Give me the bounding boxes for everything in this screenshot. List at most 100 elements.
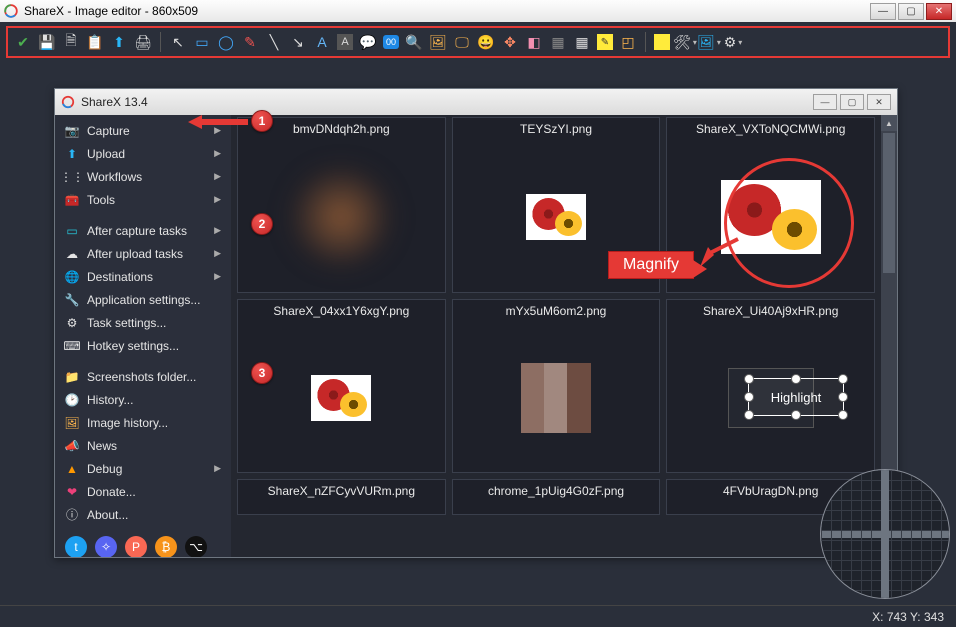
inner-minimize-button[interactable]: — [813, 94, 837, 110]
sidebar-item-after-capture[interactable]: ▭After capture tasks▶ [55, 219, 231, 242]
rectangle-icon[interactable]: ▭ [193, 33, 211, 51]
sidebar-item-donate[interactable]: ❤Donate... [55, 480, 231, 503]
history-icon: 🕑 [65, 393, 79, 407]
step-number: 3 [259, 366, 266, 380]
social-row: t ✧ P ₿ ⌥ [55, 526, 231, 557]
sidebar-item-tools[interactable]: 🧰Tools▶ [55, 188, 231, 211]
gear-icon: ⚙ [65, 316, 79, 330]
clipboard-icon[interactable]: 📋 [86, 33, 104, 51]
sidebar-item-after-upload[interactable]: ☁After upload tasks▶ [55, 242, 231, 265]
crop-icon[interactable]: ◰ [619, 33, 637, 51]
sidebar-item-label: Upload [87, 147, 125, 161]
step-number: 1 [259, 114, 266, 128]
outer-window-title: ShareX - Image editor - 860x509 [24, 4, 198, 18]
image-file-icon[interactable]: 🖼 [429, 33, 447, 51]
highlight-icon[interactable]: ✎ [597, 34, 613, 50]
sidebar-item-label: Destinations [87, 270, 153, 284]
sharex-logo-icon [61, 95, 75, 109]
screen-icon[interactable]: 🖵 [453, 33, 471, 51]
save-as-icon[interactable]: 🗎 [62, 33, 80, 51]
scroll-up-button[interactable]: ▲ [881, 115, 897, 131]
discord-icon[interactable]: ✧ [95, 536, 117, 557]
save-icon[interactable]: 💾 [38, 33, 56, 51]
sticker-icon[interactable]: 😀 [477, 33, 495, 51]
thumb-title: ShareX_Ui40Aj9xHR.png [667, 300, 874, 324]
inner-close-button[interactable]: ✕ [867, 94, 891, 110]
annotation-magnify-circle [724, 158, 854, 288]
workflows-icon: ⋮⋮ [65, 170, 79, 184]
thumb-preview [311, 375, 371, 421]
thumb-title: chrome_1pUig4G0zF.png [453, 480, 660, 504]
sidebar-item-debug[interactable]: ▲Debug▶ [55, 457, 231, 480]
sidebar-item-task-settings[interactable]: ⚙Task settings... [55, 311, 231, 334]
annotation-highlight-box[interactable]: Highlight [748, 378, 844, 416]
editor-canvas[interactable]: ShareX 13.4 — ▢ ✕ 📷Capture▶ ⬆Upload▶ ⋮⋮W… [0, 62, 956, 605]
thumb-item[interactable]: ShareX_04xx1Y6xgY.png [237, 299, 446, 473]
annotation-magnify-label: Magnify [608, 251, 694, 279]
image-menu-icon[interactable]: 🖼 [700, 33, 718, 51]
github-icon[interactable]: ⌥ [185, 536, 207, 557]
cursor-paint-icon[interactable]: ✥ [501, 33, 519, 51]
magnify-icon[interactable]: 🔍 [405, 33, 423, 51]
sidebar-item-hotkey-settings[interactable]: ⌨Hotkey settings... [55, 334, 231, 357]
upload-icon[interactable]: ⬆ [110, 33, 128, 51]
thumb-title: mYx5uM6om2.png [453, 300, 660, 324]
sidebar-item-upload[interactable]: ⬆Upload▶ [55, 142, 231, 165]
thumb-item[interactable]: mYx5uM6om2.png [452, 299, 661, 473]
text-bg-icon[interactable]: A [337, 34, 353, 50]
sidebar-item-history[interactable]: 🕑History... [55, 388, 231, 411]
scroll-handle[interactable] [883, 133, 895, 273]
step-badge-3: 3 [251, 362, 273, 384]
info-icon: ⓘ [65, 508, 79, 522]
thumb-title: ShareX_04xx1Y6xgY.png [238, 300, 445, 324]
minimize-button[interactable]: — [870, 3, 896, 20]
text-outline-icon[interactable]: A [313, 33, 331, 51]
bitcoin-icon[interactable]: ₿ [155, 536, 177, 557]
blur-icon[interactable]: ▦ [549, 33, 567, 51]
close-button[interactable]: ✕ [926, 3, 952, 20]
sidebar-item-label: Application settings... [87, 293, 200, 307]
pixel-icon[interactable]: ▦ [573, 33, 591, 51]
editor-toolbar: ✔ 💾 🗎 📋 ⬆ 🖨 ↖ ▭ ◯ ✎ ╲ ↘ A A 💬 00 🔍 🖼 🖵 😀… [6, 26, 950, 58]
thumb-item[interactable]: bmvDNdqh2h.png [237, 117, 446, 293]
sidebar-item-label: News [87, 439, 117, 453]
sidebar-item-app-settings[interactable]: 🔧Application settings... [55, 288, 231, 311]
ellipse-icon[interactable]: ◯ [217, 33, 235, 51]
sidebar-item-label: Screenshots folder... [87, 370, 196, 384]
sidebar-item-label: After upload tasks [87, 247, 183, 261]
image-history-icon: 🖼 [65, 416, 79, 430]
patreon-icon[interactable]: P [125, 536, 147, 557]
twitter-icon[interactable]: t [65, 536, 87, 557]
sidebar-item-image-history[interactable]: 🖼Image history... [55, 411, 231, 434]
thumb-item[interactable]: ShareX_nZFCyvVURm.png [237, 479, 446, 515]
annotation-text: Magnify [623, 256, 679, 273]
sidebar-item-about[interactable]: ⓘAbout... [55, 503, 231, 526]
toolbox-icon: 🧰 [65, 193, 79, 207]
inner-maximize-button[interactable]: ▢ [840, 94, 864, 110]
print-icon[interactable]: 🖨 [134, 33, 152, 51]
color-swatch[interactable] [654, 34, 670, 50]
step-badge-1: 1 [251, 110, 273, 132]
tools-menu-icon[interactable]: 🛠 [676, 33, 694, 51]
sidebar-item-workflows[interactable]: ⋮⋮Workflows▶ [55, 165, 231, 188]
pixel-magnifier [820, 469, 950, 599]
step-icon[interactable]: 00 [383, 35, 399, 49]
sidebar-item-label: After capture tasks [87, 224, 187, 238]
thumb-preview [526, 194, 586, 240]
sidebar-item-label: Hotkey settings... [87, 339, 179, 353]
maximize-button[interactable]: ▢ [898, 3, 924, 20]
line-icon[interactable]: ╲ [265, 33, 283, 51]
thumb-item[interactable]: chrome_1pUig4G0zF.png [452, 479, 661, 515]
arrow-icon[interactable]: ↘ [289, 33, 307, 51]
sidebar-item-destinations[interactable]: 🌐Destinations▶ [55, 265, 231, 288]
speech-icon[interactable]: 💬 [359, 33, 377, 51]
cursor-icon[interactable]: ↖ [169, 33, 187, 51]
sharex-main-window: ShareX 13.4 — ▢ ✕ 📷Capture▶ ⬆Upload▶ ⋮⋮W… [54, 88, 898, 558]
eraser-icon[interactable]: ◧ [525, 33, 543, 51]
folder-icon: 📁 [65, 370, 79, 384]
freehand-icon[interactable]: ✎ [241, 33, 259, 51]
confirm-icon[interactable]: ✔ [14, 33, 32, 51]
options-menu-icon[interactable]: ⚙ [724, 33, 742, 51]
sidebar-item-screenshots-folder[interactable]: 📁 Screenshots folder... [55, 365, 231, 388]
sidebar-item-news[interactable]: 📣News [55, 434, 231, 457]
